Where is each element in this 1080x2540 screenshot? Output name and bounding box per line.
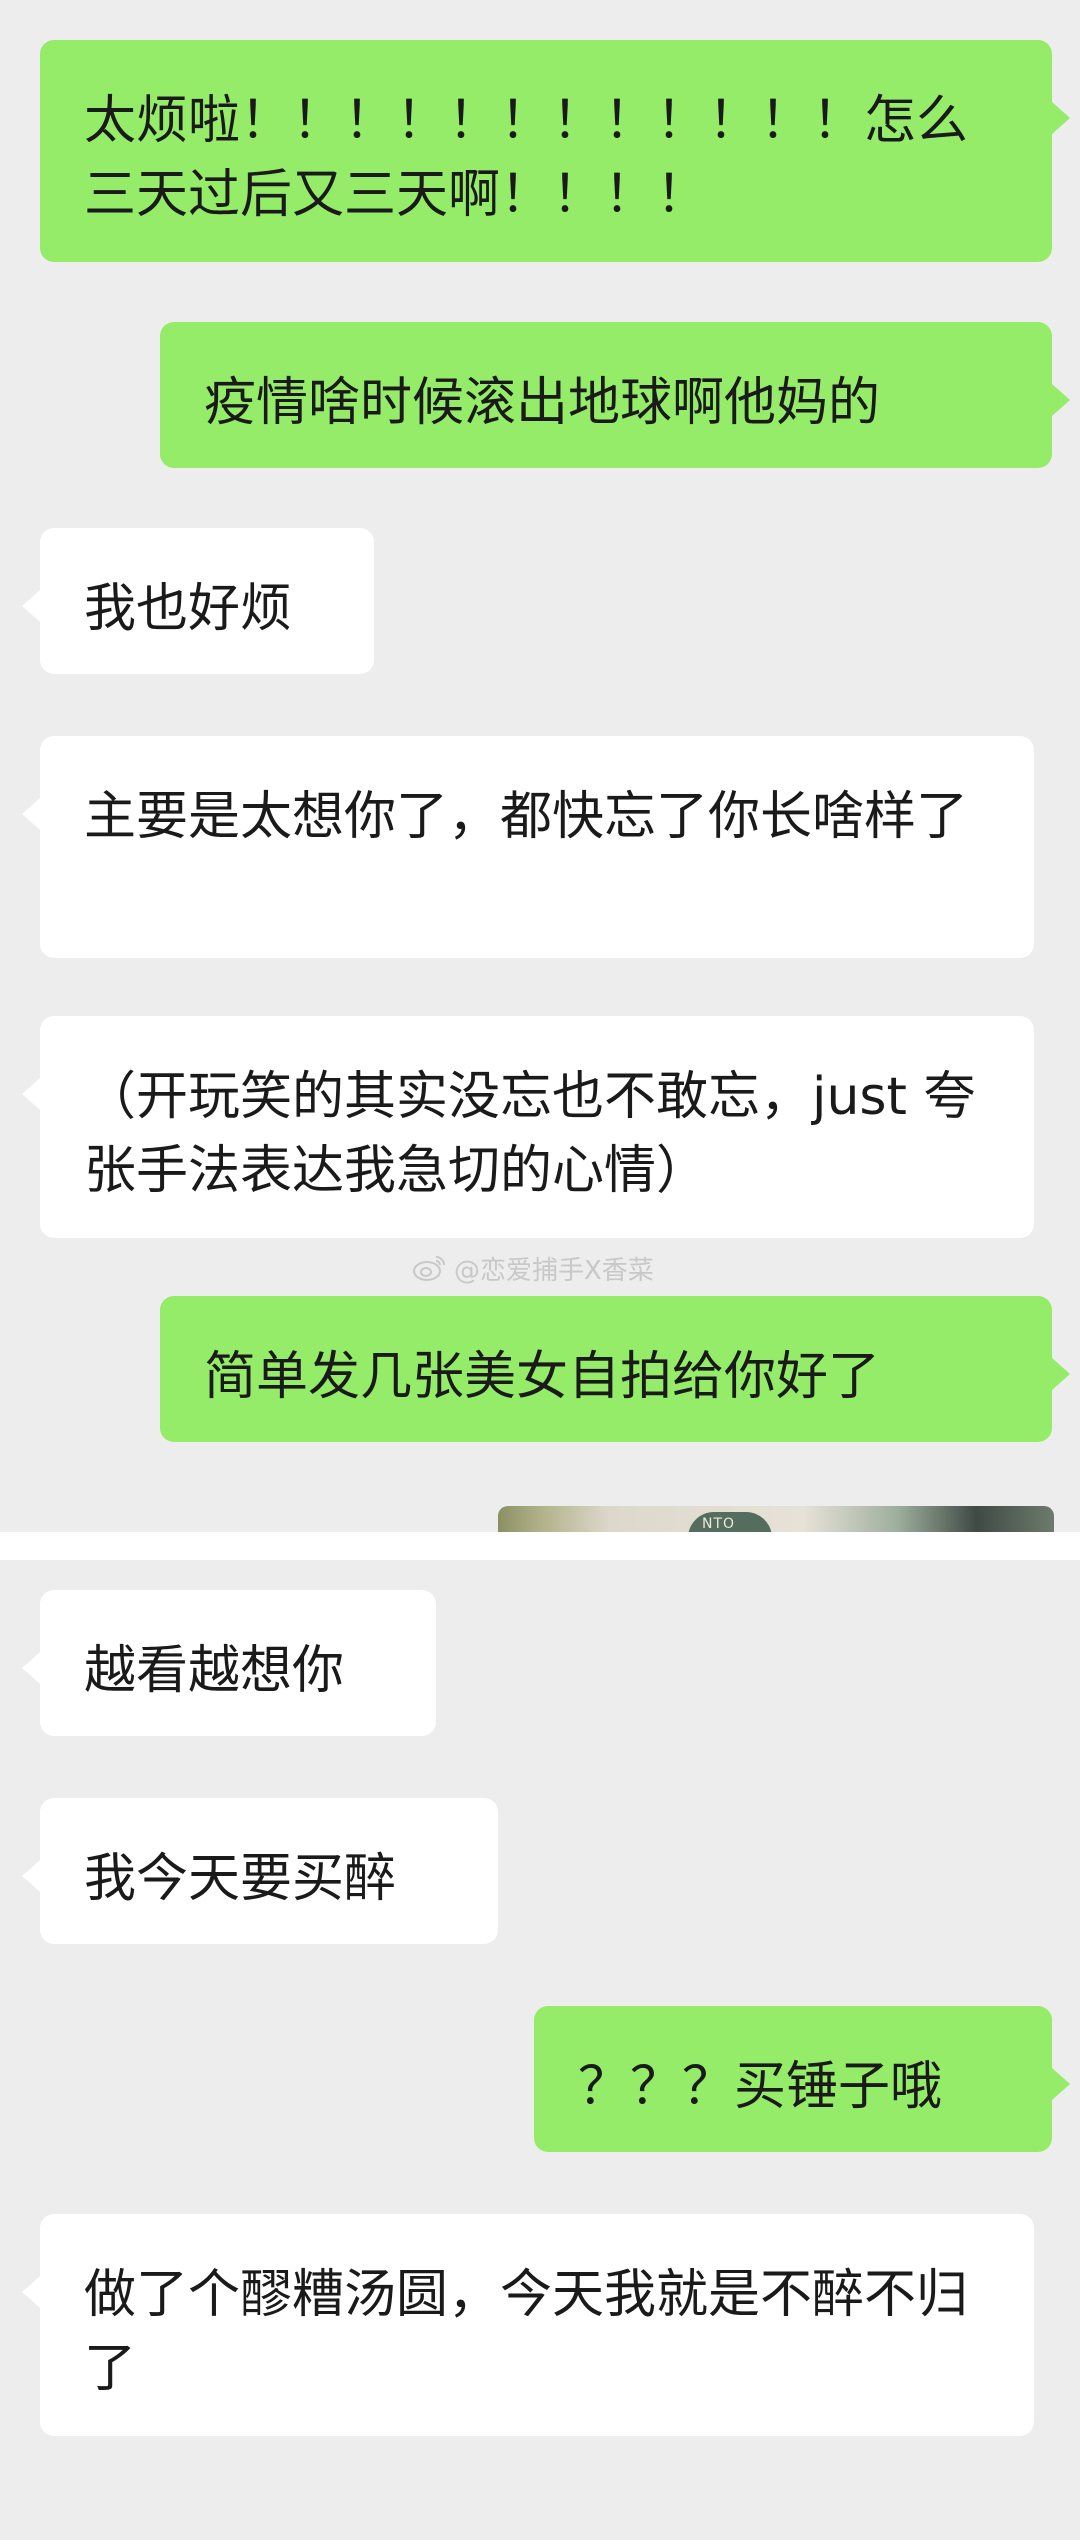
sent-message-bubble[interactable]: ？？？买锤子哦 — [534, 2006, 1070, 2152]
received-message-bubble[interactable]: 越看越想你 — [22, 1590, 436, 1736]
received-message-bubble[interactable]: 做了个醪糟汤圆，今天我就是不醉不归了 — [22, 2214, 1034, 2436]
bubble-tail — [22, 590, 40, 622]
weibo-icon — [413, 1256, 445, 1281]
sent-message-bubble[interactable]: 疫情啥时候滚出地球啊他妈的 — [160, 322, 1070, 468]
photo-cap-text: NTO — [702, 1516, 736, 1532]
message-text: 太烦啦！！！！！！！！！！！！怎么三天过后又三天啊！！！！ — [84, 91, 969, 225]
received-message-bubble[interactable]: （开玩笑的其实没忘也不敢忘，just 夸张手法表达我急切的心情） — [22, 1016, 1034, 1238]
sent-message-bubble[interactable]: 太烦啦！！！！！！！！！！！！怎么三天过后又三天啊！！！！ — [40, 40, 1070, 262]
bubble-tail — [22, 1078, 40, 1110]
message-text: （开玩笑的其实没忘也不敢忘，just 夸张手法表达我急切的心情） — [84, 1067, 976, 1201]
message-text: 我今天要买醉 — [84, 1849, 397, 1909]
screenshot-divider — [0, 1532, 1080, 1560]
message-text: 我也好烦 — [84, 579, 293, 639]
bubble-tail — [1052, 1358, 1070, 1390]
chat-panel-top: 太烦啦！！！！！！！！！！！！怎么三天过后又三天啊！！！！ 疫情啥时候滚出地球啊… — [0, 0, 1080, 1532]
message-text: 做了个醪糟汤圆，今天我就是不醉不归了 — [84, 2265, 969, 2399]
photo-cap-detail: NTO — [688, 1512, 772, 1532]
message-text: 主要是太想你了，都快忘了你长啥样了 — [84, 787, 969, 847]
message-text: 越看越想你 — [84, 1641, 345, 1701]
bubble-tail — [22, 798, 40, 830]
message-text: ？？？买锤子哦 — [578, 2057, 943, 2117]
bubble-tail — [1052, 2068, 1070, 2100]
received-message-bubble[interactable]: 主要是太想你了，都快忘了你长啥样了 — [22, 736, 1034, 958]
sent-message-bubble[interactable]: 简单发几张美女自拍给你好了 — [160, 1296, 1070, 1442]
message-text: 疫情啥时候滚出地球啊他妈的 — [204, 373, 881, 433]
watermark-text: @恋爱捕手X香菜 — [454, 1255, 654, 1286]
received-message-bubble[interactable]: 我今天要买醉 — [22, 1798, 498, 1944]
bubble-tail — [1052, 102, 1070, 134]
bubble-tail — [1052, 384, 1070, 416]
watermark: @恋爱捕手X香菜 — [412, 1248, 654, 1288]
photo-message-thumbnail[interactable]: NTO — [498, 1506, 1054, 1532]
received-message-bubble[interactable]: 我也好烦 — [22, 528, 374, 674]
bubble-tail — [22, 2276, 40, 2308]
bubble-tail — [22, 1652, 40, 1684]
message-text: 简单发几张美女自拍给你好了 — [204, 1347, 881, 1407]
chat-panel-bottom: 越看越想你 我今天要买醉 ？？？买锤子哦 做了个醪糟汤圆，今天我就是不醉不归了 — [0, 1560, 1080, 2540]
bubble-tail — [22, 1860, 40, 1892]
